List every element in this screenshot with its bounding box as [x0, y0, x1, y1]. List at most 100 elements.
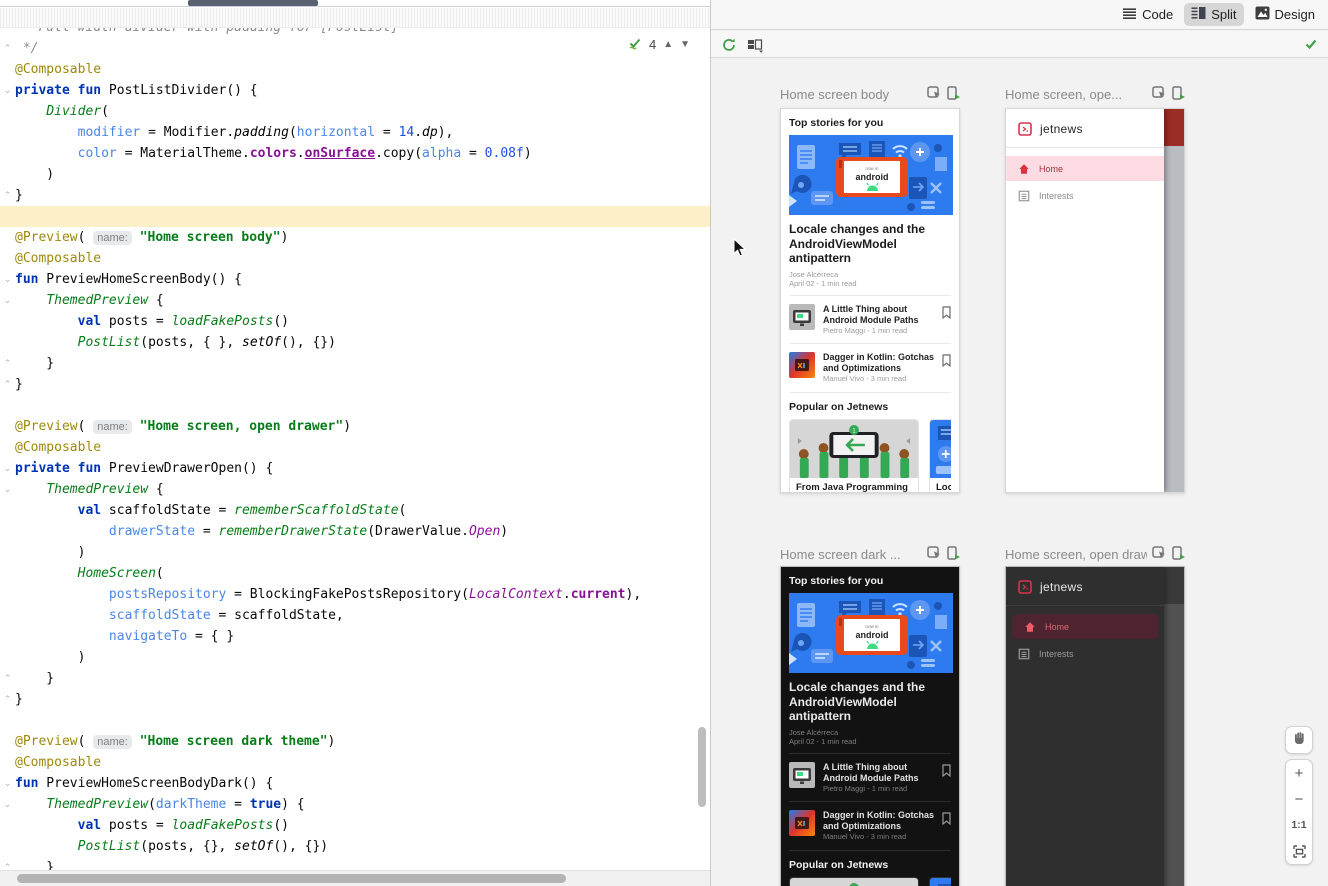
- code-line[interactable]: val scaffoldState = rememberScaffoldStat…: [0, 500, 710, 521]
- code-line[interactable]: PostList(posts, { }, setOf(), {}): [0, 332, 710, 353]
- code-line[interactable]: @Preview( name: "Home screen, open drawe…: [0, 416, 710, 437]
- editor-top-scroll-thumb[interactable]: [188, 0, 318, 6]
- post-list-item[interactable]: Dagger in Kotlin: Gotchas and Optimizati…: [789, 808, 951, 844]
- view-mode-split[interactable]: Split: [1184, 3, 1243, 26]
- next-problem-icon[interactable]: ▼: [680, 39, 690, 50]
- popular-carousel[interactable]: 1From Java Programming Langua...Florina …: [789, 419, 951, 494]
- code-line[interactable]: @Preview( name: "Home screen dark theme"…: [0, 731, 710, 752]
- run-on-device-button[interactable]: [946, 86, 960, 103]
- run-on-device-button[interactable]: [946, 546, 960, 563]
- code-line[interactable]: ⌃ }: [0, 857, 710, 870]
- code-line[interactable]: ⌃}: [0, 374, 710, 395]
- editor-horizontal-scrollbar[interactable]: [17, 874, 566, 883]
- code-line[interactable]: val posts = loadFakePosts(): [0, 311, 710, 332]
- drawer-item-interests[interactable]: Interests: [1006, 183, 1164, 208]
- code-viewport[interactable]: * Full-width divider with padding for [P…: [0, 28, 710, 870]
- fold-marker-icon[interactable]: ⌃: [2, 353, 13, 374]
- code-line[interactable]: ⌄private fun PreviewDrawerOpen() {: [0, 458, 710, 479]
- fold-marker-icon[interactable]: ⌄: [2, 290, 13, 311]
- code-line[interactable]: postsRepository = BlockingFakePostsRepos…: [0, 584, 710, 605]
- bookmark-icon[interactable]: [942, 812, 951, 825]
- code-line[interactable]: [0, 206, 710, 227]
- fold-marker-icon[interactable]: ⌃: [2, 38, 13, 59]
- fold-marker-icon[interactable]: ⌄: [2, 269, 13, 290]
- code-line[interactable]: * Full-width divider with padding for [P…: [0, 28, 710, 38]
- interactive-preview-button[interactable]: [1152, 546, 1166, 562]
- code-line[interactable]: drawerState = rememberDrawerState(Drawer…: [0, 521, 710, 542]
- code-line[interactable]: [0, 710, 710, 731]
- code-line[interactable]: HomeScreen(: [0, 563, 710, 584]
- switch-layout-icon[interactable]: [747, 37, 765, 58]
- code-line[interactable]: ⌄private fun PostListDivider() {: [0, 80, 710, 101]
- zoom-to-fit-button[interactable]: [1286, 838, 1312, 864]
- fold-marker-icon[interactable]: ⌄: [2, 794, 13, 815]
- code-line[interactable]: val posts = loadFakePosts(): [0, 815, 710, 836]
- interactive-preview-button[interactable]: [927, 546, 941, 562]
- zoom-out-button[interactable]: −: [1286, 786, 1312, 812]
- fold-marker-icon[interactable]: ⌄: [2, 479, 13, 500]
- post-list-item[interactable]: Dagger in Kotlin: Gotchas and Optimizati…: [789, 350, 951, 386]
- inspections-widget[interactable]: 4 ▲ ▼: [626, 35, 692, 53]
- previous-problem-icon[interactable]: ▲: [663, 39, 673, 50]
- fold-marker-icon[interactable]: ⌃: [2, 668, 13, 689]
- popular-card[interactable]: Loca AndrJose AlApril 0: [929, 419, 951, 494]
- run-on-device-button[interactable]: [1171, 546, 1185, 563]
- code-line[interactable]: ⌃ }: [0, 353, 710, 374]
- fold-marker-icon[interactable]: ⌃: [2, 689, 13, 710]
- code-line[interactable]: navigateTo = { }: [0, 626, 710, 647]
- code-line[interactable]: ): [0, 647, 710, 668]
- popular-carousel[interactable]: 1From Java Programming Langua...Florina …: [789, 877, 951, 886]
- code-line[interactable]: @Composable: [0, 752, 710, 773]
- code-line[interactable]: ⌄ ThemedPreview {: [0, 290, 710, 311]
- view-mode-code[interactable]: Code: [1115, 4, 1180, 26]
- drawer-item-home[interactable]: Home: [1012, 614, 1158, 639]
- fold-marker-icon[interactable]: ⌃: [2, 374, 13, 395]
- code-line[interactable]: ⌄fun PreviewHomeScreenBody() {: [0, 269, 710, 290]
- code-line[interactable]: ⌄ ThemedPreview(darkTheme = true) {: [0, 794, 710, 815]
- fold-marker-icon[interactable]: ⌃: [2, 857, 13, 870]
- fold-marker-icon[interactable]: ⌃: [2, 185, 13, 206]
- code-line[interactable]: ⌄ ThemedPreview {: [0, 479, 710, 500]
- code-line[interactable]: ⌃ */: [0, 38, 710, 59]
- bookmark-icon[interactable]: [942, 764, 951, 777]
- code-line[interactable]: ): [0, 542, 710, 563]
- code-line[interactable]: ⌄fun PreviewHomeScreenBodyDark() {: [0, 773, 710, 794]
- code-line[interactable]: ): [0, 164, 710, 185]
- preview-card-2[interactable]: jetnewsHomeInterests: [1005, 108, 1185, 493]
- popular-card[interactable]: 1From Java Programming Langua...Florina …: [789, 877, 919, 886]
- code-line[interactable]: @Composable: [0, 59, 710, 80]
- preview-card-1[interactable]: Top stories for younow inandroidLocale c…: [780, 108, 960, 493]
- code-line[interactable]: @Composable: [0, 248, 710, 269]
- preview-card-4[interactable]: jetnewsHomeInterests: [1005, 566, 1185, 886]
- interactive-preview-button[interactable]: [1152, 86, 1166, 102]
- code-line[interactable]: color = MaterialTheme.colors.onSurface.c…: [0, 143, 710, 164]
- post-list-item[interactable]: A Little Thing about Android Module Path…: [789, 302, 951, 338]
- pan-button[interactable]: [1285, 726, 1313, 754]
- code-line[interactable]: [0, 395, 710, 416]
- bookmark-icon[interactable]: [942, 354, 951, 367]
- post-list-item[interactable]: A Little Thing about Android Module Path…: [789, 760, 951, 796]
- bookmark-icon[interactable]: [942, 306, 951, 319]
- code-line[interactable]: modifier = Modifier.padding(horizontal =…: [0, 122, 710, 143]
- code-line[interactable]: ⌃}: [0, 689, 710, 710]
- drawer-item-home[interactable]: Home: [1006, 156, 1164, 181]
- zoom-actual-size-button[interactable]: 1:1: [1286, 812, 1312, 838]
- view-mode-design[interactable]: Design: [1248, 3, 1322, 26]
- fold-marker-icon[interactable]: ⌄: [2, 80, 13, 101]
- code-line[interactable]: PostList(posts, {}, setOf(), {}): [0, 836, 710, 857]
- code-line[interactable]: @Composable: [0, 437, 710, 458]
- zoom-in-button[interactable]: +: [1286, 760, 1312, 786]
- preview-card-3[interactable]: Top stories for younow inandroidLocale c…: [780, 566, 960, 886]
- popular-card[interactable]: 1From Java Programming Langua...Florina …: [789, 419, 919, 494]
- code-line[interactable]: scaffoldState = scaffoldState,: [0, 605, 710, 626]
- popular-card[interactable]: Loca AndrJose AlApril 0: [929, 877, 951, 886]
- code-line[interactable]: ⌃}: [0, 185, 710, 206]
- code-line[interactable]: ⌃ }: [0, 668, 710, 689]
- fold-marker-icon[interactable]: ⌄: [2, 773, 13, 794]
- drawer-item-interests[interactable]: Interests: [1006, 641, 1164, 666]
- code-line[interactable]: @Preview( name: "Home screen body"): [0, 227, 710, 248]
- refresh-preview-icon[interactable]: [721, 37, 737, 58]
- run-on-device-button[interactable]: [1171, 86, 1185, 103]
- interactive-preview-button[interactable]: [927, 86, 941, 102]
- editor-vertical-scrollbar[interactable]: [698, 727, 706, 807]
